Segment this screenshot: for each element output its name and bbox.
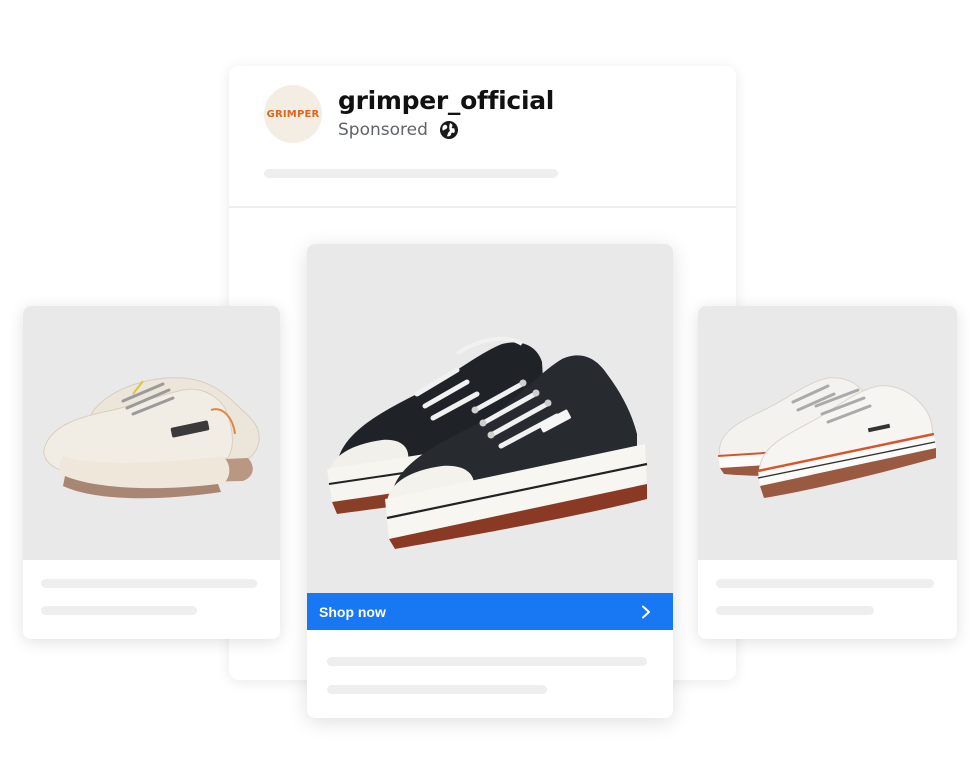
sponsored-row: Sponsored xyxy=(338,120,459,140)
carousel-card-left[interactable] xyxy=(23,306,280,639)
card-title-placeholder xyxy=(327,657,647,666)
brand-avatar[interactable]: GRIMPER xyxy=(264,85,322,143)
sponsored-label: Sponsored xyxy=(338,120,428,140)
shop-now-label: Shop now xyxy=(319,603,386,620)
card-title-placeholder xyxy=(41,579,257,588)
avatar-logo-text: GRIMPER xyxy=(266,108,320,120)
carousel-card-center[interactable]: Shop now xyxy=(307,244,673,718)
chunky-sneaker-illustration xyxy=(43,377,260,499)
card-title-placeholder xyxy=(716,579,934,588)
chevron-right-icon xyxy=(642,605,650,618)
caption-placeholder-line xyxy=(264,169,558,178)
card-subtitle-placeholder xyxy=(327,685,547,694)
shop-now-button[interactable]: Shop now xyxy=(307,593,673,630)
black-sneaker-illustration xyxy=(327,336,648,549)
post-header: GRIMPER grimper_official Sponsored xyxy=(229,66,736,208)
product-image-black-sneaker[interactable] xyxy=(307,244,673,593)
account-username[interactable]: grimper_official xyxy=(338,86,554,115)
globe-icon xyxy=(439,121,458,139)
card-subtitle-placeholder xyxy=(716,606,874,615)
carousel-card-right[interactable] xyxy=(698,306,957,639)
product-image-chunky-sneaker[interactable] xyxy=(23,306,280,560)
product-image-white-sneaker[interactable] xyxy=(698,306,957,560)
card-subtitle-placeholder xyxy=(41,606,197,615)
ad-preview-stage: GRIMPER grimper_official Sponsored Shop … xyxy=(0,0,980,783)
white-sneaker-illustration xyxy=(717,377,936,498)
